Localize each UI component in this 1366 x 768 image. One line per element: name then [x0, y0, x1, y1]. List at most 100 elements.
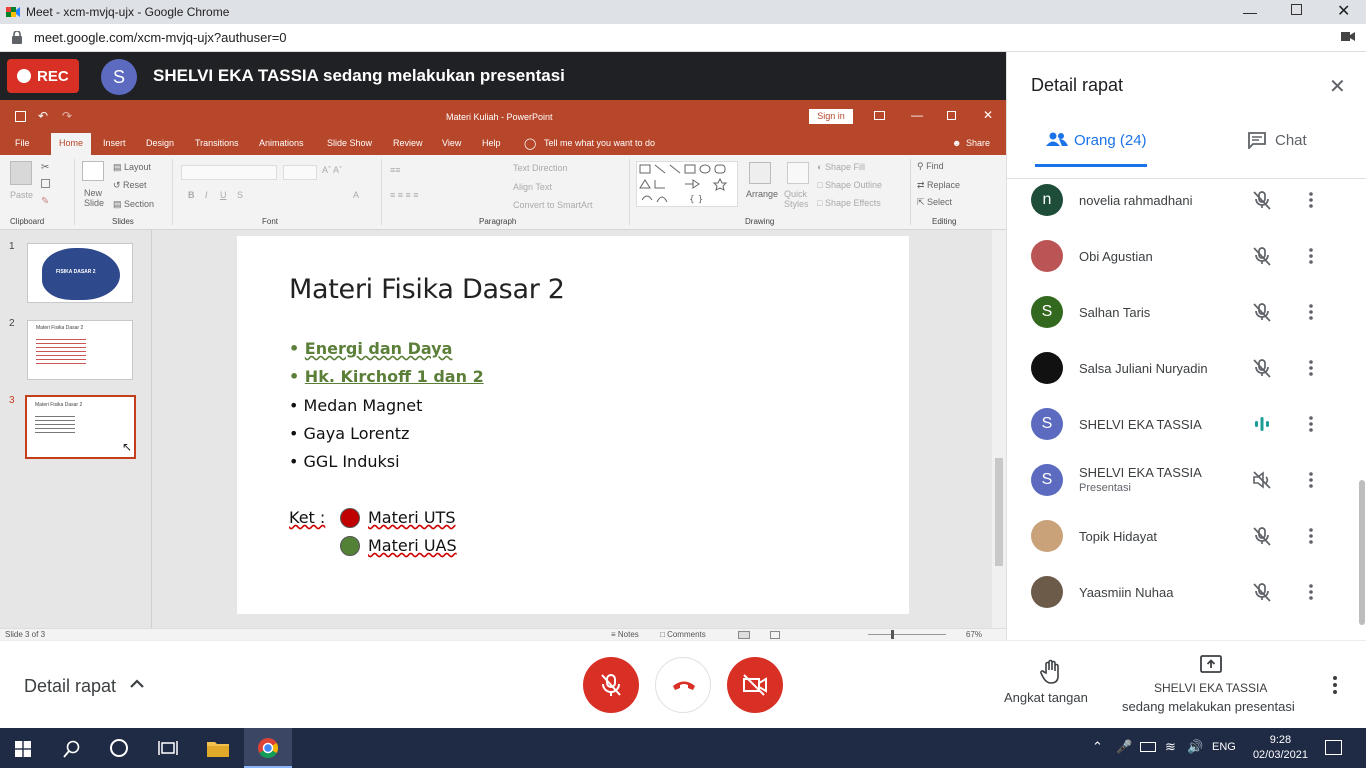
- layout-button[interactable]: ▤ Layout: [113, 162, 151, 173]
- volume-icon[interactable]: 🔊: [1187, 739, 1203, 755]
- sorter-view-icon[interactable]: [770, 631, 780, 639]
- normal-view-icon[interactable]: [738, 631, 750, 639]
- ribbon-display-icon[interactable]: [874, 111, 885, 120]
- sign-in-button[interactable]: Sign in: [809, 109, 853, 124]
- more-options-icon[interactable]: [1309, 248, 1313, 264]
- new-slide-icon[interactable]: [82, 161, 104, 181]
- minimize-button[interactable]: —: [1243, 4, 1257, 20]
- participant-row[interactable]: S Salhan Taris: [1007, 284, 1357, 340]
- arrange-icon[interactable]: [749, 162, 771, 184]
- windows-start-icon[interactable]: [15, 741, 31, 757]
- current-slide[interactable]: Materi Fisika Dasar 2 • Energi dan Daya …: [237, 236, 909, 614]
- more-options-icon[interactable]: [1309, 192, 1313, 208]
- tab-review[interactable]: Review: [393, 138, 423, 148]
- notifications-icon[interactable]: [1325, 740, 1342, 755]
- save-icon[interactable]: [15, 111, 26, 122]
- more-options-icon[interactable]: [1309, 584, 1313, 600]
- participant-row[interactable]: S SHELVI EKA TASSIA Presentasi: [1007, 452, 1357, 508]
- participant-row[interactable]: S SHELVI EKA TASSIA: [1007, 396, 1357, 452]
- underline-button[interactable]: U: [220, 190, 227, 200]
- font-size-select[interactable]: [283, 165, 317, 180]
- chrome-taskbar-button[interactable]: [244, 728, 292, 768]
- camera-indicator-icon[interactable]: [1341, 31, 1355, 42]
- align-text-button[interactable]: Align Text: [513, 182, 552, 192]
- find-button[interactable]: ⚲ Find: [917, 161, 944, 172]
- zoom-slider-thumb[interactable]: [891, 630, 894, 639]
- people-scrollbar[interactable]: [1359, 480, 1365, 625]
- arrange-label[interactable]: Arrange: [746, 189, 778, 199]
- close-window-button[interactable]: ✕: [1337, 1, 1350, 21]
- paste-label[interactable]: Paste: [10, 190, 33, 200]
- leave-call-button[interactable]: [655, 657, 711, 713]
- language-indicator[interactable]: ENG: [1212, 741, 1236, 753]
- cut-icon[interactable]: ✂: [41, 162, 49, 173]
- raise-hand-label[interactable]: Angkat tangan: [1004, 690, 1088, 705]
- tab-home[interactable]: Home: [51, 133, 91, 155]
- shape-fill-button[interactable]: ◐ Shape Fill: [817, 162, 865, 172]
- address-bar[interactable]: meet.google.com/xcm-mvjq-ujx?authuser=0: [0, 24, 1366, 52]
- mic-off-icon[interactable]: [1252, 190, 1272, 210]
- file-explorer-icon[interactable]: [207, 740, 229, 757]
- microphone-tray-icon[interactable]: 🎤: [1116, 739, 1132, 755]
- convert-smartart-button[interactable]: Convert to SmartArt: [513, 200, 593, 210]
- close-panel-button[interactable]: ✕: [1329, 74, 1346, 99]
- quick-styles-icon[interactable]: [787, 162, 809, 184]
- clock[interactable]: 9:28 02/03/2021: [1253, 733, 1308, 763]
- zoom-slider[interactable]: [868, 634, 946, 635]
- more-options-icon[interactable]: [1309, 304, 1313, 320]
- notes-button[interactable]: ≡ Notes: [611, 630, 639, 639]
- cortana-icon[interactable]: [110, 739, 128, 757]
- undo-icon[interactable]: ↶: [38, 109, 48, 123]
- strike-button[interactable]: S: [237, 190, 243, 200]
- tab-animations[interactable]: Animations: [259, 138, 304, 148]
- tab-slide-show[interactable]: Slide Show: [327, 138, 372, 148]
- tab-view[interactable]: View: [442, 138, 461, 148]
- speaker-muted-icon[interactable]: [1252, 470, 1272, 490]
- thumbnail-slide-1[interactable]: FISIKA DASAR 2: [27, 243, 133, 303]
- paste-icon[interactable]: [10, 161, 32, 185]
- more-options-icon[interactable]: [1333, 676, 1337, 694]
- search-icon[interactable]: [63, 740, 81, 758]
- format-painter-icon[interactable]: ✎: [41, 196, 49, 207]
- shape-outline-button[interactable]: □ Shape Outline: [817, 180, 882, 190]
- pp-minimize-button[interactable]: —: [911, 108, 923, 122]
- align-buttons[interactable]: ≡ ≡ ≡ ≡: [390, 190, 419, 200]
- participant-row[interactable]: n novelia rahmadhani: [1007, 172, 1357, 228]
- participant-row[interactable]: Yaasmiin Nuhaa: [1007, 564, 1357, 620]
- speaking-indicator-icon[interactable]: [1252, 414, 1272, 434]
- more-options-icon[interactable]: [1309, 472, 1313, 488]
- mic-off-icon[interactable]: [1252, 302, 1272, 322]
- meeting-details-button[interactable]: Detail rapat: [24, 676, 116, 697]
- chevron-up-icon[interactable]: [128, 675, 146, 693]
- tab-help[interactable]: Help: [482, 138, 501, 148]
- more-options-icon[interactable]: [1309, 528, 1313, 544]
- mic-off-icon[interactable]: [1252, 358, 1272, 378]
- quick-styles-label[interactable]: Quick Styles: [784, 189, 812, 209]
- redo-icon[interactable]: ↷: [62, 109, 72, 123]
- tab-file[interactable]: File: [15, 138, 30, 148]
- bold-button[interactable]: B: [188, 190, 195, 200]
- shape-effects-button[interactable]: □ Shape Effects: [817, 198, 881, 208]
- tell-me-search[interactable]: Tell me what you want to do: [544, 138, 655, 148]
- camera-off-button[interactable]: [727, 657, 783, 713]
- participant-row[interactable]: Topik Hidayat: [1007, 508, 1357, 564]
- section-button[interactable]: ▤ Section: [113, 199, 154, 210]
- italic-button[interactable]: I: [205, 190, 208, 200]
- participant-row[interactable]: Salsa Juliani Nuryadin: [1007, 340, 1357, 396]
- wifi-icon[interactable]: ≋: [1165, 739, 1176, 755]
- replace-button[interactable]: ⇄ Replace: [917, 180, 960, 191]
- font-name-select[interactable]: [181, 165, 277, 180]
- mic-off-icon[interactable]: [1252, 246, 1272, 266]
- font-color-button[interactable]: A: [353, 190, 359, 200]
- mic-muted-button[interactable]: [583, 657, 639, 713]
- copy-icon[interactable]: [41, 179, 50, 188]
- pp-close-button[interactable]: ✕: [983, 108, 993, 122]
- scrollbar-thumb[interactable]: [995, 458, 1003, 566]
- text-direction-button[interactable]: Text Direction: [513, 163, 568, 173]
- bullets-button[interactable]: ≡≡: [390, 165, 401, 175]
- shapes-gallery[interactable]: { }: [636, 161, 738, 207]
- more-options-icon[interactable]: [1309, 360, 1313, 376]
- select-button[interactable]: ⇱ Select: [917, 197, 952, 208]
- tab-transitions[interactable]: Transitions: [195, 138, 239, 148]
- task-view-icon[interactable]: [158, 740, 178, 756]
